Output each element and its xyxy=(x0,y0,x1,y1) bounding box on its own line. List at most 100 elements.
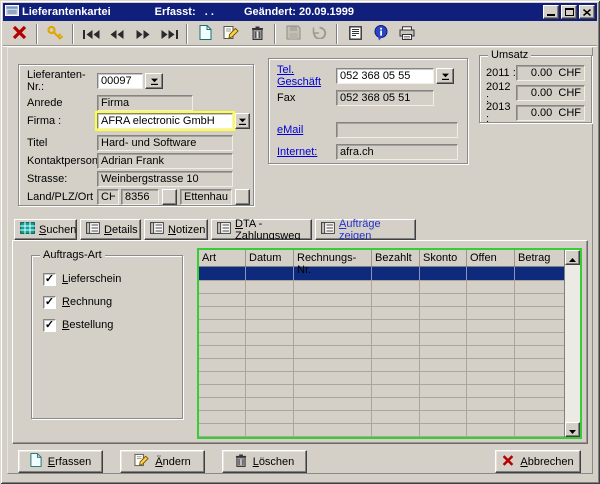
tab-notizen[interactable]: Notizen xyxy=(144,219,208,240)
cancel-button[interactable] xyxy=(6,22,32,46)
undo-button[interactable] xyxy=(306,22,332,46)
auftragsart-title: Auftrags-Art xyxy=(40,249,105,261)
last-record-button[interactable] xyxy=(156,22,182,46)
app-icon xyxy=(5,5,19,19)
table-row[interactable] xyxy=(199,333,564,346)
close-button[interactable] xyxy=(579,5,595,19)
first-record-icon xyxy=(83,27,100,42)
ort-input[interactable] xyxy=(180,189,232,205)
column-header-art[interactable]: Art xyxy=(199,250,246,266)
toolbar xyxy=(3,21,597,47)
checkbox-lieferschein[interactable]: ✓ Lieferschein xyxy=(43,272,121,286)
info-button[interactable] xyxy=(368,22,394,46)
tab-label: Suchen xyxy=(39,224,76,236)
table-row[interactable] xyxy=(199,385,564,398)
previous-record-button[interactable] xyxy=(104,22,130,46)
tel-input[interactable] xyxy=(336,68,434,84)
aendern-button[interactable]: Ändern xyxy=(120,450,205,473)
title-bar: Lieferantenkartei Erfasst: . . Geändert:… xyxy=(3,3,597,21)
minimize-button[interactable] xyxy=(543,5,559,19)
plz-input[interactable] xyxy=(121,189,159,205)
table-row[interactable] xyxy=(199,372,564,385)
abbrechen-button[interactable]: Abbrechen xyxy=(495,450,581,473)
table-row[interactable] xyxy=(199,320,564,333)
table-row[interactable] xyxy=(199,424,564,437)
table-scrollbar[interactable] xyxy=(564,250,580,437)
table-row[interactable] xyxy=(199,294,564,307)
table-row[interactable] xyxy=(199,411,564,424)
table-row[interactable] xyxy=(199,398,564,411)
kontaktperson-label: Kontaktperson xyxy=(27,155,97,167)
key-button[interactable] xyxy=(42,22,68,46)
column-header-rechnungs-nr[interactable]: Rechnungs-Nr. xyxy=(294,250,372,266)
maximize-button[interactable] xyxy=(561,5,577,19)
button-label: Ändern xyxy=(155,456,190,468)
checkbox-box[interactable]: ✓ xyxy=(43,273,56,286)
table-row[interactable] xyxy=(199,359,564,372)
firma-dropdown-button[interactable] xyxy=(235,113,250,129)
fax-label: Fax xyxy=(277,92,336,104)
fax-input[interactable] xyxy=(336,90,434,106)
tab-label: DTA - Zahlungsweg xyxy=(235,218,306,242)
internet-input[interactable] xyxy=(336,144,458,160)
lieferanten-nr-dropdown-button[interactable] xyxy=(145,73,163,89)
plz-lookup-button[interactable] xyxy=(162,189,177,205)
tel-geschaeft-link[interactable]: Tel. Geschäft xyxy=(277,64,336,88)
new-record-button[interactable] xyxy=(192,22,218,46)
kontaktperson-input[interactable] xyxy=(97,153,233,169)
umsatz-year-label: 2013 : xyxy=(486,101,516,125)
auftragsart-groupbox: Auftrags-Art ✓ Lieferschein ✓ Rechnung ✓… xyxy=(31,255,183,419)
lieferanten-nr-input[interactable] xyxy=(97,73,143,89)
checkbox-box[interactable]: ✓ xyxy=(43,296,56,309)
column-header-betrag[interactable]: Betrag xyxy=(515,250,564,266)
checkbox-label: Rechnung xyxy=(62,296,112,308)
edit-record-button[interactable] xyxy=(218,22,244,46)
titel-input[interactable] xyxy=(97,135,233,151)
checkbox-label: Lieferschein xyxy=(62,273,121,285)
red-x-icon xyxy=(502,455,514,469)
tab-auftraege-zeigen[interactable]: Aufträge zeigen xyxy=(315,219,416,240)
land-input[interactable] xyxy=(97,189,119,205)
loeschen-button[interactable]: Löschen xyxy=(222,450,307,473)
save-button[interactable] xyxy=(280,22,306,46)
column-header-datum[interactable]: Datum xyxy=(246,250,294,266)
column-header-bezahlt[interactable]: Bezahlt xyxy=(372,250,420,266)
strasse-input[interactable] xyxy=(97,171,233,187)
erfassen-button[interactable]: Erfassen xyxy=(18,450,103,473)
email-input[interactable] xyxy=(336,122,458,138)
tab-content-panel: Auftrags-Art ✓ Lieferschein ✓ Rechnung ✓… xyxy=(12,240,588,444)
ort-lookup-button[interactable] xyxy=(235,189,250,205)
internet-link[interactable]: Internet: xyxy=(277,146,336,158)
tab-suchen[interactable]: Suchen xyxy=(14,219,77,240)
checkbox-rechnung[interactable]: ✓ Rechnung xyxy=(43,295,112,309)
checkbox-bestellung[interactable]: ✓ Bestellung xyxy=(43,318,113,332)
print-button[interactable] xyxy=(394,22,420,46)
check-icon: ✓ xyxy=(45,320,54,330)
firma-input[interactable] xyxy=(97,113,233,129)
scrollbar-up-button[interactable] xyxy=(565,250,580,265)
tab-dta-zahlungsweg[interactable]: DTA - Zahlungsweg xyxy=(211,219,312,240)
anrede-input[interactable] xyxy=(97,95,193,111)
table-row[interactable] xyxy=(199,307,564,320)
table-row[interactable] xyxy=(199,281,564,294)
report-button[interactable] xyxy=(342,22,368,46)
tab-label: Aufträge zeigen xyxy=(339,218,410,242)
app-window: Lieferantenkartei Erfasst: . . Geändert:… xyxy=(0,0,600,484)
checkbox-label: Bestellung xyxy=(62,319,113,331)
table-row[interactable] xyxy=(199,346,564,359)
table-row-selected[interactable] xyxy=(199,267,564,281)
email-link[interactable]: eMail xyxy=(277,124,336,136)
umsatz-year-label: 2011 : xyxy=(486,67,516,79)
tel-dropdown-button[interactable] xyxy=(436,68,454,84)
scrollbar-down-button[interactable] xyxy=(565,422,580,437)
column-header-offen[interactable]: Offen xyxy=(467,250,515,266)
delete-record-button[interactable] xyxy=(244,22,270,46)
first-record-button[interactable] xyxy=(78,22,104,46)
checkbox-box[interactable]: ✓ xyxy=(43,319,56,332)
next-record-button[interactable] xyxy=(130,22,156,46)
info-icon xyxy=(374,25,388,44)
geaendert-label: Geändert: 20.09.1999 xyxy=(244,6,354,18)
tab-details[interactable]: Details xyxy=(80,219,141,240)
column-header-skonto[interactable]: Skonto xyxy=(420,250,467,266)
button-label: Erfassen xyxy=(48,456,91,468)
